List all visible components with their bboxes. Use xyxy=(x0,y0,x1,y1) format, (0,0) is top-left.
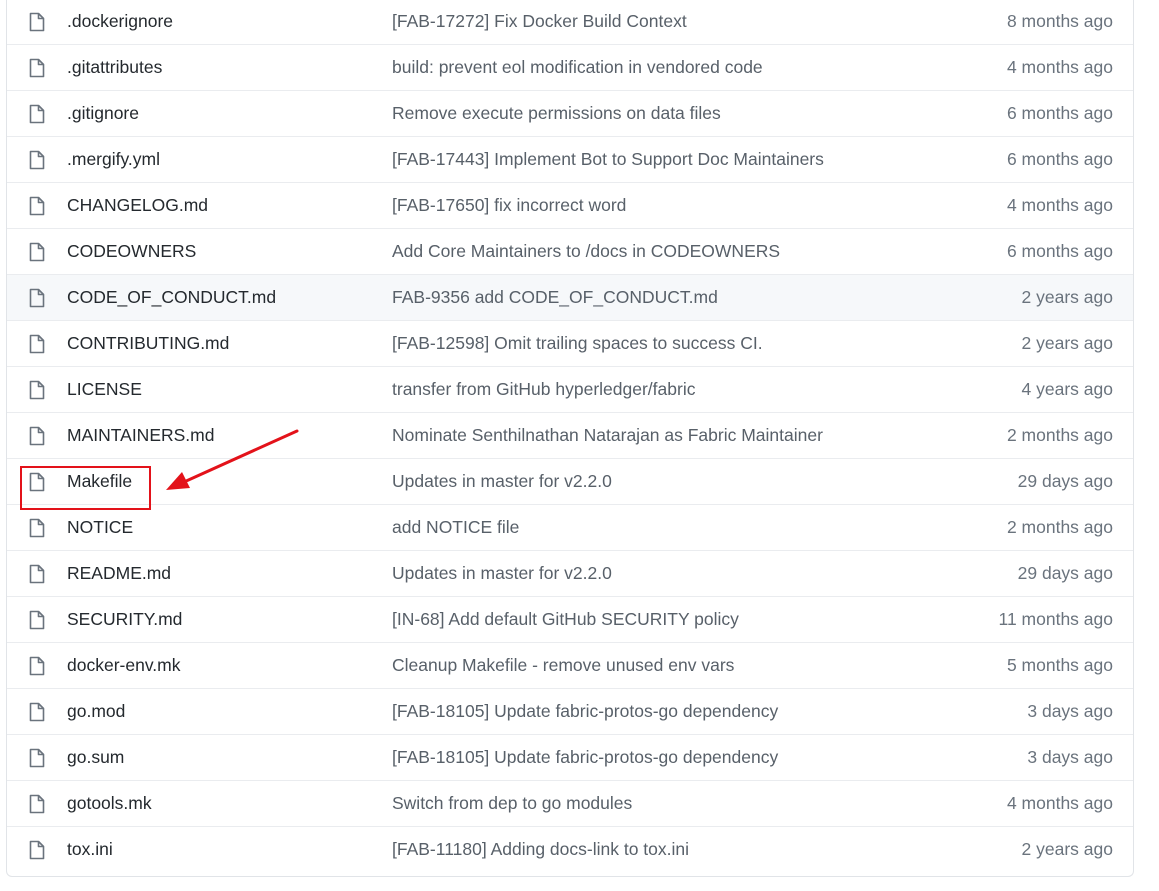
file-name-link[interactable]: .gitignore xyxy=(67,103,139,124)
file-name-link[interactable]: go.mod xyxy=(67,701,125,722)
file-name-link[interactable]: CODEOWNERS xyxy=(67,241,196,262)
file-row-go-sum[interactable]: go.sum [FAB-18105] Update fabric-protos-… xyxy=(7,735,1133,781)
file-icon xyxy=(29,58,45,78)
file-icon xyxy=(29,794,45,814)
file-row-contributing[interactable]: CONTRIBUTING.md [FAB-12598] Omit trailin… xyxy=(7,321,1133,367)
file-name-link[interactable]: gotools.mk xyxy=(67,793,152,814)
commit-age: 4 years ago xyxy=(1021,379,1113,399)
file-icon xyxy=(29,610,45,630)
commit-age: 3 days ago xyxy=(1027,747,1113,767)
file-icon xyxy=(29,472,45,492)
commit-message-link[interactable]: transfer from GitHub hyperledger/fabric xyxy=(392,379,695,400)
commit-age: 29 days ago xyxy=(1017,471,1113,491)
file-row-gitignore[interactable]: .gitignore Remove execute permissions on… xyxy=(7,91,1133,137)
commit-age: 2 months ago xyxy=(1006,517,1113,537)
file-name-link[interactable]: LICENSE xyxy=(67,379,142,400)
commit-age: 4 months ago xyxy=(1006,793,1113,813)
file-name-link[interactable]: go.sum xyxy=(67,747,124,768)
commit-age: 6 months ago xyxy=(1006,241,1113,261)
commit-age: 2 years ago xyxy=(1021,333,1113,353)
commit-message-link[interactable]: [FAB-17272] Fix Docker Build Context xyxy=(392,11,687,32)
file-name-link[interactable]: CODE_OF_CONDUCT.md xyxy=(67,287,276,308)
file-name-link[interactable]: README.md xyxy=(67,563,171,584)
file-row-notice[interactable]: NOTICE add NOTICE file 2 months ago xyxy=(7,505,1133,551)
file-name-link[interactable]: tox.ini xyxy=(67,839,113,860)
commit-message-link[interactable]: [FAB-18105] Update fabric-protos-go depe… xyxy=(392,701,778,722)
commit-age: 11 months ago xyxy=(998,609,1113,629)
file-name-link[interactable]: docker-env.mk xyxy=(67,655,180,676)
file-icon xyxy=(29,196,45,216)
file-icon xyxy=(29,288,45,308)
commit-age: 4 months ago xyxy=(1006,57,1113,77)
commit-message-link[interactable]: [IN-68] Add default GitHub SECURITY poli… xyxy=(392,609,739,630)
commit-message-link[interactable]: Remove execute permissions on data files xyxy=(392,103,721,124)
file-icon xyxy=(29,702,45,722)
commit-message-link[interactable]: FAB-9356 add CODE_OF_CONDUCT.md xyxy=(392,287,718,308)
commit-age: 2 months ago xyxy=(1006,425,1113,445)
file-row-dockerignore[interactable]: .dockerignore [FAB-17272] Fix Docker Bui… xyxy=(7,0,1133,45)
commit-age: 5 months ago xyxy=(1006,655,1113,675)
file-row-mergify[interactable]: .mergify.yml [FAB-17443] Implement Bot t… xyxy=(7,137,1133,183)
commit-message-link[interactable]: [FAB-12598] Omit trailing spaces to succ… xyxy=(392,333,763,354)
commit-age: 6 months ago xyxy=(1006,103,1113,123)
file-name-link[interactable]: SECURITY.md xyxy=(67,609,182,630)
file-icon xyxy=(29,518,45,538)
file-row-changelog[interactable]: CHANGELOG.md [FAB-17650] fix incorrect w… xyxy=(7,183,1133,229)
file-icon xyxy=(29,334,45,354)
file-row-tox[interactable]: tox.ini [FAB-11180] Adding docs-link to … xyxy=(7,827,1133,873)
file-row-maintainers[interactable]: MAINTAINERS.md Nominate Senthilnathan Na… xyxy=(7,413,1133,459)
commit-message-link[interactable]: [FAB-17443] Implement Bot to Support Doc… xyxy=(392,149,824,170)
commit-message-link[interactable]: add NOTICE file xyxy=(392,517,519,538)
commit-message-link[interactable]: [FAB-18105] Update fabric-protos-go depe… xyxy=(392,747,778,768)
commit-message-link[interactable]: build: prevent eol modification in vendo… xyxy=(392,57,763,78)
file-icon xyxy=(29,104,45,124)
commit-message-link[interactable]: Switch from dep to go modules xyxy=(392,793,632,814)
commit-message-link[interactable]: Updates in master for v2.2.0 xyxy=(392,563,612,584)
commit-age: 8 months ago xyxy=(1006,11,1113,31)
file-icon xyxy=(29,380,45,400)
file-row-license[interactable]: LICENSE transfer from GitHub hyperledger… xyxy=(7,367,1133,413)
file-name-link[interactable]: .gitattributes xyxy=(67,57,162,78)
file-name-link[interactable]: CONTRIBUTING.md xyxy=(67,333,229,354)
file-list: .dockerignore [FAB-17272] Fix Docker Bui… xyxy=(6,0,1134,877)
file-row-go-mod[interactable]: go.mod [FAB-18105] Update fabric-protos-… xyxy=(7,689,1133,735)
commit-message-link[interactable]: Add Core Maintainers to /docs in CODEOWN… xyxy=(392,241,780,262)
file-icon xyxy=(29,840,45,860)
file-row-makefile[interactable]: Makefile Updates in master for v2.2.0 29… xyxy=(7,459,1133,505)
file-name-link[interactable]: CHANGELOG.md xyxy=(67,195,208,216)
commit-message-link[interactable]: Updates in master for v2.2.0 xyxy=(392,471,612,492)
file-icon xyxy=(29,426,45,446)
file-row-code-of-conduct[interactable]: CODE_OF_CONDUCT.md FAB-9356 add CODE_OF_… xyxy=(7,275,1133,321)
file-name-link[interactable]: Makefile xyxy=(67,471,132,492)
commit-message-link[interactable]: [FAB-17650] fix incorrect word xyxy=(392,195,626,216)
file-icon xyxy=(29,150,45,170)
file-name-link[interactable]: MAINTAINERS.md xyxy=(67,425,214,446)
file-row-readme[interactable]: README.md Updates in master for v2.2.0 2… xyxy=(7,551,1133,597)
commit-age: 2 years ago xyxy=(1021,839,1113,859)
file-row-security[interactable]: SECURITY.md [IN-68] Add default GitHub S… xyxy=(7,597,1133,643)
file-icon xyxy=(29,12,45,32)
commit-age: 2 years ago xyxy=(1021,287,1113,307)
file-icon xyxy=(29,242,45,262)
file-row-gotools[interactable]: gotools.mk Switch from dep to go modules… xyxy=(7,781,1133,827)
file-name-link[interactable]: .dockerignore xyxy=(67,11,173,32)
commit-message-link[interactable]: [FAB-11180] Adding docs-link to tox.ini xyxy=(392,839,689,860)
file-row-codeowners[interactable]: CODEOWNERS Add Core Maintainers to /docs… xyxy=(7,229,1133,275)
commit-age: 6 months ago xyxy=(1006,149,1113,169)
file-icon xyxy=(29,748,45,768)
file-icon xyxy=(29,656,45,676)
file-icon xyxy=(29,564,45,584)
commit-age: 29 days ago xyxy=(1017,563,1113,583)
commit-message-link[interactable]: Cleanup Makefile - remove unused env var… xyxy=(392,655,734,676)
commit-message-link[interactable]: Nominate Senthilnathan Natarajan as Fabr… xyxy=(392,425,823,446)
commit-age: 3 days ago xyxy=(1027,701,1113,721)
file-name-link[interactable]: NOTICE xyxy=(67,517,133,538)
file-row-docker-env[interactable]: docker-env.mk Cleanup Makefile - remove … xyxy=(7,643,1133,689)
commit-age: 4 months ago xyxy=(1006,195,1113,215)
file-name-link[interactable]: .mergify.yml xyxy=(67,149,160,170)
file-row-gitattributes[interactable]: .gitattributes build: prevent eol modifi… xyxy=(7,45,1133,91)
